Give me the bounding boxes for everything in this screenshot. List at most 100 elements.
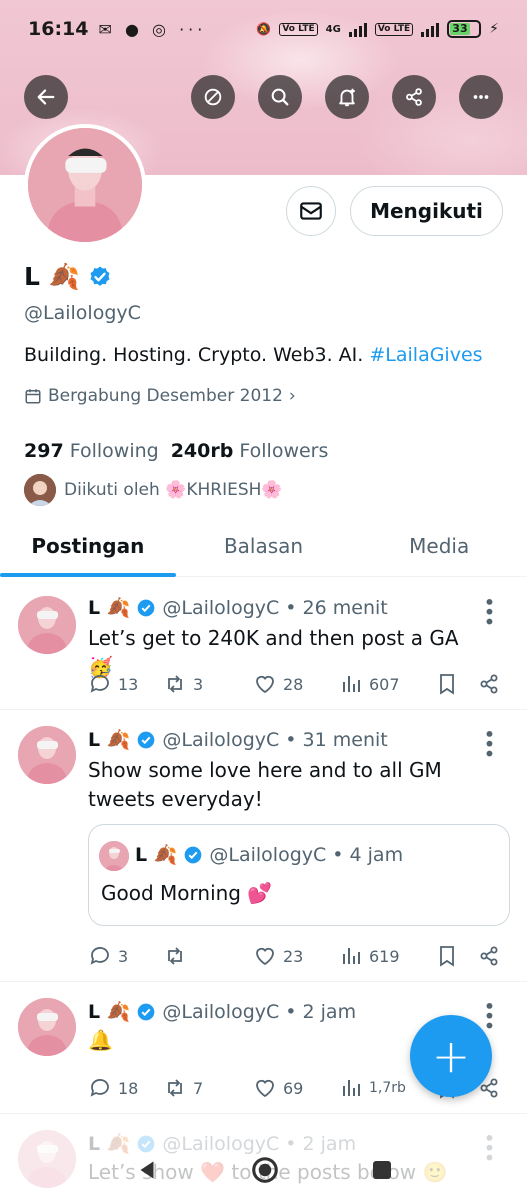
like-button[interactable]: 23 (253, 944, 339, 968)
follower-avatar (24, 474, 56, 506)
tweet-avatar[interactable] (18, 726, 76, 784)
bookmark-button[interactable] (435, 672, 477, 696)
share-tweet-button[interactable] (477, 944, 501, 968)
tweet-time: • 26 menit (285, 596, 388, 619)
profile-name: L 🍂 (24, 262, 80, 291)
reply-button[interactable]: 18 (88, 1076, 163, 1100)
tweet-author-name[interactable]: L 🍂 (88, 1000, 130, 1023)
follow-stats: 297 Following 240rb Followers (24, 440, 328, 462)
tweet-header: L 🍂 @LailologyC • 26 menit (88, 596, 388, 620)
retweet-button[interactable] (163, 944, 253, 968)
tweet[interactable]: L 🍂 @LailologyC • 26 menit ••• Let’s get… (0, 578, 527, 710)
retweet-icon (168, 1079, 182, 1097)
share-icon (480, 946, 498, 966)
tweet-author-name[interactable]: L 🍂 (88, 596, 130, 619)
quoted-tweet[interactable]: L 🍂 @LailologyC • 4 jam Good Morning 💕 (88, 824, 510, 926)
bookmark-button[interactable] (435, 944, 477, 968)
avatar-image (28, 128, 142, 242)
message-button[interactable] (286, 186, 336, 236)
like-button[interactable]: 28 (253, 672, 339, 696)
tweet-author-handle: @LailologyC (162, 728, 280, 751)
nav-back-icon[interactable] (134, 1157, 160, 1183)
bio-text: Building. Hosting. Crypto. Web3. AI. (24, 344, 370, 366)
tweet-author-name[interactable]: L 🍂 (88, 728, 130, 751)
like-count: 69 (283, 1078, 304, 1098)
bookmark-icon (440, 674, 454, 695)
hide-icon (204, 88, 222, 106)
views-count: 607 (369, 674, 400, 694)
views-count: 1,7rb (369, 1080, 406, 1096)
like-count: 23 (283, 946, 304, 966)
profile-avatar[interactable] (24, 124, 146, 246)
tab-media[interactable]: Media (351, 515, 527, 576)
reply-count: 13 (118, 674, 139, 694)
reply-button[interactable]: 13 (88, 672, 163, 696)
views-button[interactable]: 619 (339, 944, 435, 968)
hide-button[interactable] (191, 75, 235, 119)
like-button[interactable]: 69 (253, 1076, 339, 1100)
reply-button[interactable]: 3 (88, 944, 163, 968)
signal-icon-2 (421, 21, 440, 37)
heart-icon (256, 1079, 274, 1098)
retweet-count: 3 (193, 674, 204, 694)
tab-postingan[interactable]: Postingan (0, 515, 176, 577)
share-button[interactable] (392, 75, 436, 119)
following-stat[interactable]: 297 Following (24, 440, 159, 462)
tweet-more-icon[interactable]: ••• (477, 728, 501, 757)
tweet-more-icon[interactable]: ••• (477, 596, 501, 625)
more-icon (473, 95, 489, 99)
tweet-header: L 🍂 @LailologyC • 31 menit (88, 728, 388, 752)
followers-count: 240rb (170, 440, 234, 462)
followers-stat[interactable]: 240rb Followers (171, 440, 329, 462)
reply-icon (90, 675, 109, 693)
tweet-avatar[interactable] (18, 596, 76, 654)
tab-balasan[interactable]: Balasan (176, 515, 352, 576)
nav-home-icon[interactable] (250, 1155, 280, 1185)
profile-handle: @LailologyC (24, 302, 141, 324)
calendar-icon (25, 389, 41, 404)
profile-name-row: L 🍂 (24, 262, 112, 292)
follower-avatar-image (24, 474, 56, 506)
quoted-text: Good Morning 💕 (101, 881, 273, 905)
views-button[interactable]: 607 (339, 672, 435, 696)
following-button[interactable]: Mengikuti (350, 186, 503, 236)
tweet-text: Show some love here and to all GM tweets… (88, 758, 442, 811)
back-button[interactable] (24, 75, 68, 119)
verified-badge-icon (185, 846, 202, 863)
plus-icon: + (431, 1029, 471, 1083)
views-count: 619 (369, 946, 400, 966)
followed-by-text: Diikuti oleh 🌸KHRIESH🌸 (64, 480, 283, 500)
reply-icon (90, 1079, 109, 1097)
quoted-avatar-image (99, 841, 129, 871)
tweet-avatar-image (18, 998, 76, 1056)
tweet-header: L 🍂 @LailologyC • 2 jam (88, 1000, 356, 1024)
share-tweet-button[interactable] (477, 672, 501, 696)
quoted-author-name: L 🍂 (135, 844, 178, 866)
tweet-author-handle: @LailologyC (162, 596, 280, 619)
share-icon (406, 88, 422, 106)
compose-button[interactable]: + (410, 1015, 492, 1097)
retweet-button[interactable]: 7 (163, 1076, 253, 1100)
reply-count: 18 (118, 1078, 139, 1098)
quoted-avatar (99, 841, 129, 871)
nav-recents-icon[interactable] (370, 1158, 394, 1182)
followers-label: Followers (239, 440, 329, 462)
verified-badge-icon (90, 266, 110, 286)
search-icon (271, 88, 289, 106)
retweet-button[interactable]: 3 (163, 672, 253, 696)
reply-count: 3 (118, 946, 129, 966)
following-count: 297 (24, 440, 64, 462)
followed-by[interactable]: Diikuti oleh 🌸KHRIESH🌸 (24, 474, 283, 506)
retweet-count: 7 (193, 1078, 204, 1098)
joined-date[interactable]: Bergabung Desember 2012 › (24, 386, 296, 406)
notify-button[interactable] (325, 75, 369, 119)
signal-icon (348, 21, 367, 37)
bio-hashtag-link[interactable]: #LailaGives (369, 344, 482, 366)
search-button[interactable] (258, 75, 302, 119)
more-button[interactable] (459, 75, 503, 119)
tab-label: Media (409, 533, 470, 558)
tweet-avatar[interactable] (18, 998, 76, 1056)
tweet-more-icon[interactable]: ••• (477, 1000, 501, 1029)
views-icon (343, 1080, 360, 1096)
views-icon (343, 948, 360, 964)
